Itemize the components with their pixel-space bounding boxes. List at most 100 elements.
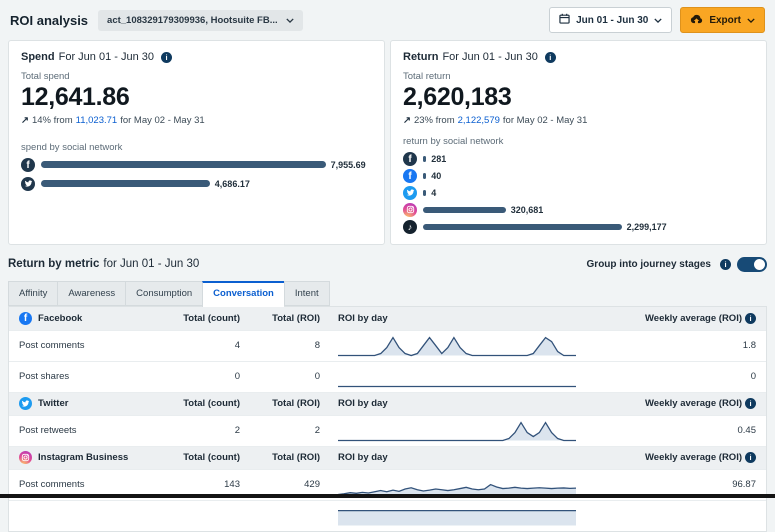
group-header-twitter: Twitter Total (count) Total (ROI) ROI by… bbox=[9, 392, 766, 415]
return-chart-label: return by social network bbox=[403, 136, 754, 147]
facebook-icon bbox=[403, 169, 417, 183]
chevron-down-icon bbox=[286, 15, 294, 26]
spend-trend: ↗ 14% from 11,023.71 for May 02 - May 31 bbox=[21, 115, 372, 126]
twitter-icon bbox=[403, 186, 417, 200]
metric-roi: 0 bbox=[244, 371, 324, 382]
twitter-icon bbox=[21, 177, 35, 191]
tiktok-icon bbox=[403, 220, 417, 234]
facebook-return-bar bbox=[423, 156, 426, 162]
spend-chart-label: spend by social network bbox=[21, 142, 372, 153]
chevron-down-icon bbox=[747, 15, 755, 26]
column-header-weekly-label: Weekly average (ROI) bbox=[645, 398, 742, 409]
spend-panel: Spend For Jun 01 - Jun 30 Total spend 12… bbox=[8, 40, 385, 245]
date-range-button[interactable]: Jun 01 - Jun 30 bbox=[549, 7, 672, 33]
table-row-partial bbox=[9, 500, 766, 531]
return-trend: ↗ 23% from 2,122,579 for May 02 - May 31 bbox=[403, 115, 754, 126]
account-selector-label: act_108329179309936, Hootsuite FB... bbox=[107, 15, 278, 26]
top-bar-actions: Jun 01 - Jun 30 Export bbox=[549, 7, 765, 33]
instagram-return-value: 320,681 bbox=[511, 205, 544, 215]
return-bar-facebook: 40 bbox=[403, 169, 754, 183]
facebook-spend-bar bbox=[41, 161, 326, 168]
metric-roi: 8 bbox=[244, 340, 324, 351]
info-icon[interactable] bbox=[545, 52, 556, 63]
bar-track: 40 bbox=[423, 171, 754, 181]
spend-bar-twitter: 4,686.17 bbox=[21, 177, 372, 191]
facebook-return-value: 281 bbox=[431, 154, 446, 164]
tiktok-return-value: 2,299,177 bbox=[627, 222, 667, 232]
twitter-spend-value: 4,686.17 bbox=[215, 179, 250, 189]
total-spend-value: 12,641.86 bbox=[21, 84, 372, 112]
info-icon[interactable] bbox=[720, 259, 731, 270]
column-header-weekly: Weekly average (ROI) bbox=[606, 313, 756, 324]
return-trend-pct: 23% from bbox=[414, 115, 455, 126]
return-title: Return For Jun 01 - Jun 30 bbox=[403, 51, 754, 63]
group-header-facebook: Facebook Total (count) Total (ROI) ROI b… bbox=[9, 307, 766, 330]
spend-title: Spend For Jun 01 - Jun 30 bbox=[21, 51, 372, 63]
metric-count: 4 bbox=[174, 340, 244, 351]
return-previous-value-link[interactable]: 2,122,579 bbox=[458, 115, 500, 126]
tab-intent[interactable]: Intent bbox=[284, 281, 330, 306]
metric-label: Post retweets bbox=[19, 425, 174, 436]
date-range-label: Jun 01 - Jun 30 bbox=[576, 15, 648, 26]
return-by-network-chart: 281 40 4 bbox=[403, 152, 754, 234]
journey-stages-label: Group into journey stages bbox=[587, 259, 711, 270]
metric-weekly-average: 0.45 bbox=[606, 425, 756, 436]
section-title: Return by metric bbox=[8, 258, 99, 270]
metric-count: 2 bbox=[174, 425, 244, 436]
export-button[interactable]: Export bbox=[680, 7, 765, 33]
group-header-instagram: Instagram Business Total (count) Total (… bbox=[9, 446, 766, 469]
table-row-tw-post-retweets: Post retweets 2 2 0.45 bbox=[9, 415, 766, 446]
section-period: for Jun 01 - Jun 30 bbox=[103, 258, 199, 270]
roi-by-day-sparkline bbox=[324, 503, 606, 529]
facebook-return-bar bbox=[423, 173, 426, 179]
column-header-roi: Total (ROI) bbox=[244, 398, 324, 409]
journey-stages-toggle[interactable] bbox=[737, 257, 767, 272]
trend-up-icon: ↗ bbox=[403, 115, 411, 126]
metric-tabs: Affinity Awareness Consumption Conversat… bbox=[8, 281, 767, 306]
spend-previous-value-link[interactable]: 11,023.71 bbox=[76, 115, 118, 126]
info-icon[interactable] bbox=[161, 52, 172, 63]
twitter-return-bar bbox=[423, 190, 426, 196]
group-network-label: Twitter bbox=[38, 398, 68, 409]
instagram-return-bar bbox=[423, 207, 506, 213]
tab-awareness[interactable]: Awareness bbox=[57, 281, 125, 306]
metric-roi: 429 bbox=[244, 479, 324, 490]
metric-weekly-average: 0 bbox=[606, 371, 756, 382]
twitter-return-value: 4 bbox=[431, 188, 436, 198]
table-row-fb-post-shares: Post shares 0 0 0 bbox=[9, 361, 766, 392]
account-selector[interactable]: act_108329179309936, Hootsuite FB... bbox=[98, 10, 303, 31]
roi-by-day-sparkline bbox=[324, 333, 606, 359]
bar-track: 4,686.17 bbox=[41, 179, 372, 189]
metric-weekly-average: 96.87 bbox=[606, 479, 756, 490]
group-network: Twitter bbox=[19, 397, 174, 410]
instagram-icon bbox=[403, 203, 417, 217]
info-icon[interactable] bbox=[745, 313, 756, 324]
spend-period: For Jun 01 - Jun 30 bbox=[59, 51, 154, 63]
total-return-label: Total return bbox=[403, 71, 754, 82]
column-header-weekly-label: Weekly average (ROI) bbox=[645, 313, 742, 324]
column-header-count: Total (count) bbox=[174, 452, 244, 463]
column-header-count: Total (count) bbox=[174, 313, 244, 324]
return-trend-period: for May 02 - May 31 bbox=[503, 115, 587, 126]
info-icon[interactable] bbox=[745, 452, 756, 463]
roi-by-day-sparkline bbox=[324, 418, 606, 444]
metric-roi: 2 bbox=[244, 425, 324, 436]
metric-label: Post comments bbox=[19, 479, 174, 490]
journey-stages-control: Group into journey stages bbox=[587, 257, 767, 272]
metric-weekly-average: 1.8 bbox=[606, 340, 756, 351]
info-icon[interactable] bbox=[745, 398, 756, 409]
tab-conversation[interactable]: Conversation bbox=[202, 281, 284, 307]
return-period: For Jun 01 - Jun 30 bbox=[442, 51, 537, 63]
chevron-down-icon bbox=[654, 15, 662, 26]
bar-track: 4 bbox=[423, 188, 754, 198]
cloud-export-icon bbox=[690, 14, 703, 27]
tab-affinity[interactable]: Affinity bbox=[8, 281, 57, 306]
bar-track: 320,681 bbox=[423, 205, 754, 215]
facebook-icon bbox=[21, 158, 35, 172]
column-header-day: ROI by day bbox=[324, 452, 606, 463]
tab-consumption[interactable]: Consumption bbox=[125, 281, 202, 306]
column-header-roi: Total (ROI) bbox=[244, 313, 324, 324]
column-header-count: Total (count) bbox=[174, 398, 244, 409]
facebook-return-value: 40 bbox=[431, 171, 441, 181]
bar-track: 2,299,177 bbox=[423, 222, 754, 232]
